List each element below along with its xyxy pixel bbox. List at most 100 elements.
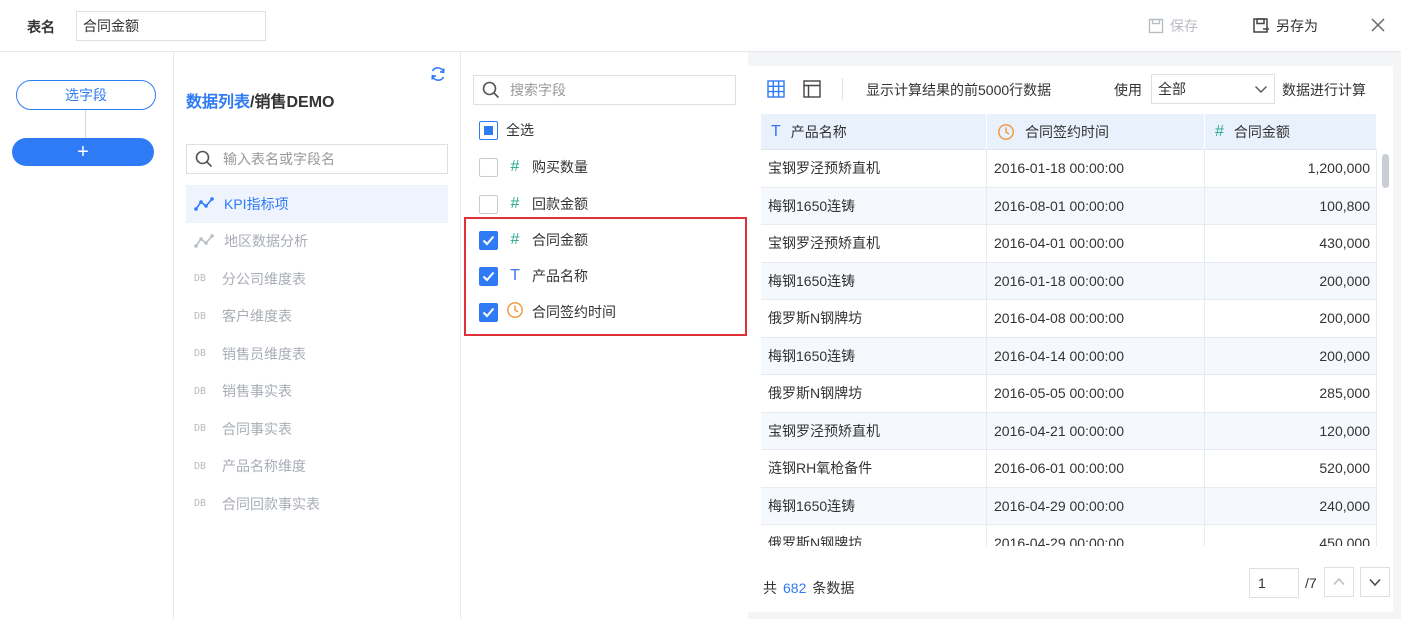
table-name-label: 表名 [27, 19, 55, 35]
table-cell: 2016-04-14 00:00:00 [987, 337, 1205, 374]
text-type-icon: T [510, 267, 520, 284]
table-cell: 2016-05-05 00:00:00 [987, 375, 1205, 412]
table-search-placeholder: 输入表名或字段名 [223, 151, 335, 167]
step-panel: 选字段 + [0, 52, 174, 619]
datasource-panel: 数据列表/销售DEMO 输入表名或字段名 KPI指标项 地区数据分析 DB 分公… [175, 52, 461, 619]
refresh-button[interactable] [429, 65, 447, 83]
row-count-suffix: 条数据 [812, 580, 855, 596]
datasource-name: 销售DEMO [254, 94, 335, 111]
table-scrollbar[interactable] [1380, 150, 1390, 546]
field-checkbox[interactable] [479, 194, 498, 214]
table-cell: 梅钢1650连铸 [761, 337, 987, 374]
field-checkbox-checked[interactable] [479, 230, 498, 250]
table-list: KPI指标项 地区数据分析 DB 分公司维度表 DB 客户维度表 DB 销售员维… [186, 185, 448, 523]
table-item-contract-fact[interactable]: DB 合同事实表 [186, 410, 448, 448]
table-cell: 2016-08-01 00:00:00 [987, 187, 1205, 224]
number-type-icon: # [510, 195, 520, 212]
field-item[interactable]: # 回款金额 [479, 192, 588, 216]
clock-icon [998, 123, 1014, 140]
number-type-icon: # [1215, 122, 1224, 140]
table-cell: 梅钢1650连铸 [761, 487, 987, 524]
field-item[interactable]: T 产品名称 [479, 264, 588, 288]
check-icon [482, 271, 495, 281]
table-cell: 宝钢罗泾预矫直机 [761, 150, 987, 187]
field-checkbox[interactable] [479, 157, 498, 177]
close-button[interactable] [1368, 15, 1388, 35]
table-cell: 2016-04-29 00:00:00 [987, 525, 1205, 546]
field-label: 合同签约时间 [532, 304, 616, 320]
table-cell: 涟钢RH氧枪备件 [761, 450, 987, 487]
analysis-icon [194, 196, 214, 211]
table-cell: 450,000 [1205, 525, 1377, 546]
field-checkbox-checked[interactable] [479, 302, 498, 322]
table-row: 宝钢罗泾预矫直机 2016-01-18 00:00:00 1,200,000 [761, 150, 1377, 188]
column-header-amount[interactable]: # 合同金额 [1205, 114, 1377, 149]
table-name-input[interactable]: 合同金额 [76, 11, 266, 41]
table-cell: 200,000 [1205, 262, 1377, 299]
select-fields-step[interactable]: 选字段 [16, 80, 156, 110]
table-item-customer[interactable]: DB 客户维度表 [186, 298, 448, 336]
table-cell: 2016-06-01 00:00:00 [987, 450, 1205, 487]
table-cell: 俄罗斯N钢牌坊 [761, 525, 987, 546]
field-label: 产品名称 [532, 268, 588, 284]
table-cell: 2016-01-18 00:00:00 [987, 150, 1205, 187]
table-search-input[interactable]: 输入表名或字段名 [186, 144, 448, 174]
datasource-list-link[interactable]: 数据列表 [186, 94, 250, 111]
field-search-input[interactable]: 搜索字段 [473, 75, 736, 105]
row-count: 共 682 条数据 [763, 578, 854, 598]
table-item-payment-fact[interactable]: DB 合同回款事实表 [186, 485, 448, 523]
field-checkbox-checked[interactable] [479, 266, 498, 286]
row-count-number: 682 [783, 580, 807, 596]
refresh-icon [431, 67, 445, 81]
table-item-branch[interactable]: DB 分公司维度表 [186, 260, 448, 298]
table-cell: 宝钢罗泾预矫直机 [761, 225, 987, 262]
column-header-sign-time[interactable]: 合同签约时间 [987, 114, 1205, 149]
field-item[interactable]: # 购买数量 [479, 155, 588, 179]
field-item[interactable]: # 合同金额 [479, 228, 588, 252]
save-as-button[interactable]: 另存为 [1252, 16, 1318, 36]
grid-view-button[interactable] [767, 80, 785, 98]
table-view-button[interactable] [803, 80, 821, 98]
use-label: 使用 [1114, 82, 1142, 98]
toolbar-divider [842, 78, 843, 100]
data-preview: 显示计算结果的前5000行数据 使用 全部 数据进行计算 T 产品名称 合同签约… [748, 66, 1393, 612]
table-item-label: 销售事实表 [222, 383, 292, 400]
table-item-product[interactable]: DB 产品名称维度 [186, 448, 448, 486]
analysis-icon [194, 234, 214, 249]
preview-table: T 产品名称 合同签约时间 # 合同金额 宝钢罗泾预矫直机 2016-01-18 … [761, 114, 1377, 546]
table-cell: 俄罗斯N钢牌坊 [761, 300, 987, 337]
table-cell: 120,000 [1205, 412, 1377, 449]
table-row: 梅钢1650连铸 2016-01-18 00:00:00 200,000 [761, 262, 1377, 300]
page-number-input[interactable]: 1 [1249, 568, 1299, 598]
save-button[interactable]: 保存 [1148, 16, 1198, 36]
table-cell: 285,000 [1205, 375, 1377, 412]
chevron-down-icon [1255, 86, 1267, 93]
save-icon [1148, 18, 1164, 34]
field-item[interactable]: 合同签约时间 [479, 300, 616, 324]
number-type-icon: # [510, 231, 520, 248]
scrollbar-thumb[interactable] [1382, 154, 1389, 188]
save-as-icon [1253, 18, 1269, 33]
row-count-prefix: 共 [763, 580, 777, 596]
chevron-up-icon [1333, 577, 1345, 586]
page-next-button[interactable] [1360, 567, 1390, 597]
calc-scope-select[interactable]: 全部 [1151, 74, 1275, 104]
table-item-label: 地区数据分析 [224, 233, 308, 250]
add-step-button[interactable]: + [12, 138, 154, 166]
select-all-row[interactable]: 全选 [479, 118, 534, 142]
column-header-product[interactable]: T 产品名称 [761, 114, 987, 149]
select-all-checkbox[interactable] [479, 120, 498, 140]
search-icon [482, 81, 500, 99]
table-item-sales-fact[interactable]: DB 销售事实表 [186, 373, 448, 411]
table-cell: 2016-04-01 00:00:00 [987, 225, 1205, 262]
table-item-salesman[interactable]: DB 销售员维度表 [186, 335, 448, 373]
check-icon [482, 307, 495, 317]
table-item-region[interactable]: 地区数据分析 [186, 223, 448, 261]
table-header: T 产品名称 合同签约时间 # 合同金额 [761, 114, 1377, 150]
datasource-title: 数据列表/销售DEMO [186, 88, 334, 112]
calc-suffix-label: 数据进行计算 [1282, 82, 1366, 98]
db-table-icon: DB [194, 423, 207, 435]
table-cell: 520,000 [1205, 450, 1377, 487]
table-item-kpi[interactable]: KPI指标项 [186, 185, 448, 223]
page-prev-button[interactable] [1324, 567, 1354, 597]
